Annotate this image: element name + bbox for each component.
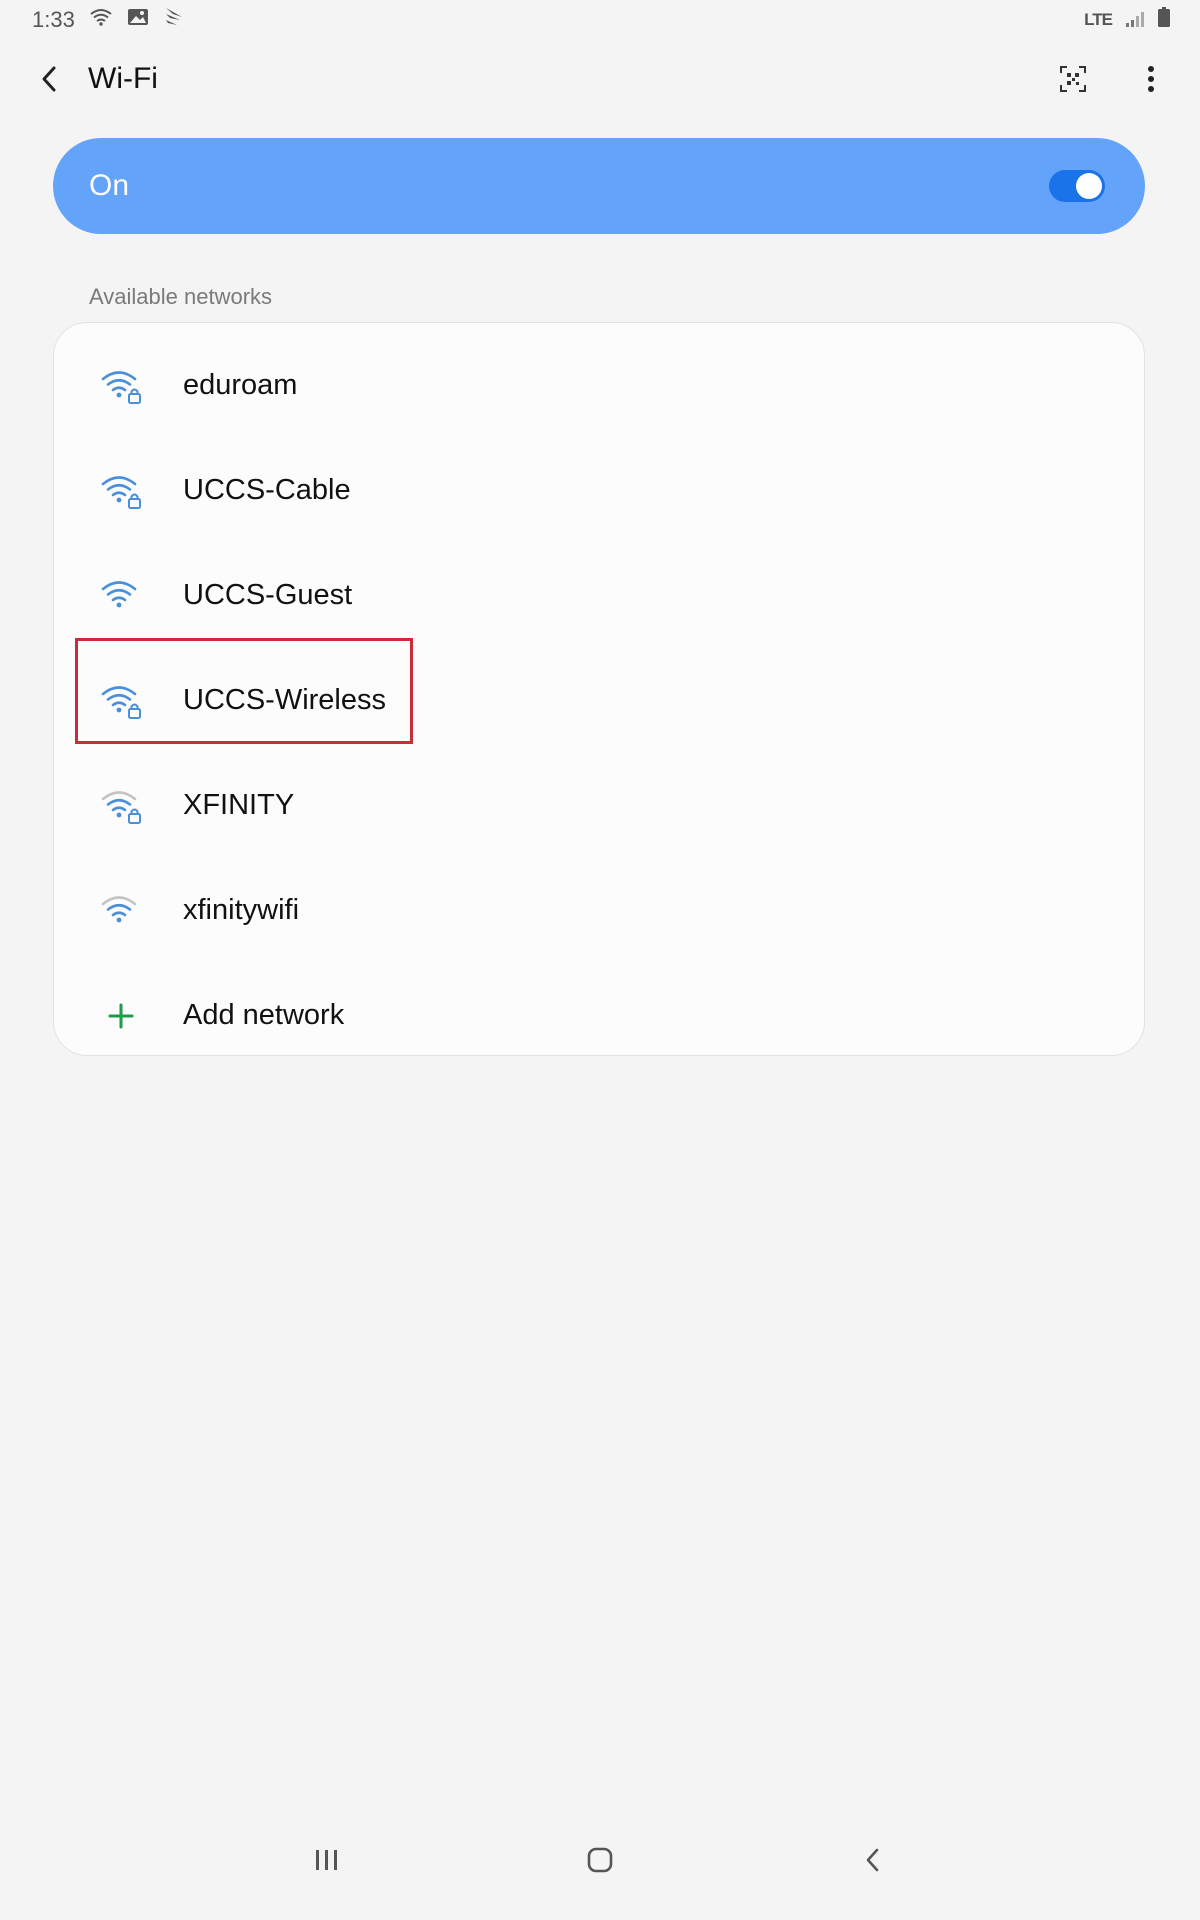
wifi-open-icon	[98, 573, 144, 619]
recent-apps-icon	[315, 1850, 337, 1870]
highlight-box	[75, 638, 413, 744]
network-ssid: eduroam	[183, 369, 298, 401]
network-ssid: XFINITY	[183, 789, 295, 821]
plus-icon	[98, 993, 144, 1039]
wifi-open-weak-icon	[98, 888, 144, 934]
network-ssid: UCCS-Cable	[183, 474, 351, 506]
navigation-bar	[0, 1800, 1200, 1920]
wifi-toggle[interactable]	[1049, 170, 1105, 202]
available-networks-header: Available networks	[89, 284, 273, 309]
status-bar: 1:33 LTE	[0, 0, 1200, 40]
toggle-knob	[1076, 173, 1102, 199]
qr-code-scan-icon	[1060, 66, 1086, 92]
status-right: LTE	[1084, 7, 1170, 33]
sprint-icon	[163, 6, 185, 34]
nav-back-button[interactable]	[833, 1820, 913, 1900]
back-icon	[867, 1848, 879, 1872]
add-network-label: Add network	[183, 999, 345, 1031]
wifi-settings-screen: 1:33 LTE Wi-Fi On Available networks edu…	[0, 0, 1200, 1920]
home-button[interactable]	[560, 1820, 640, 1900]
status-left: 1:33	[32, 6, 185, 34]
more-options-icon	[1148, 66, 1154, 92]
network-item-xfinitywifi[interactable]: xfinitywifi	[54, 858, 1144, 963]
network-item-uccs-guest[interactable]: UCCS-Guest	[54, 543, 1144, 648]
battery-icon	[1158, 7, 1170, 33]
page-title: Wi-Fi	[88, 62, 158, 95]
app-bar: Wi-Fi	[0, 40, 1200, 118]
back-arrow-icon	[42, 66, 56, 92]
add-network-button[interactable]: Add network	[54, 963, 1144, 1068]
network-ssid: UCCS-Guest	[183, 579, 353, 611]
wifi-icon	[89, 7, 113, 33]
back-button[interactable]	[26, 56, 72, 102]
network-item-eduroam[interactable]: eduroam	[54, 333, 1144, 438]
network-ssid: xfinitywifi	[183, 894, 300, 926]
wifi-secured-weak-icon	[98, 783, 144, 829]
app-bar-actions	[1050, 56, 1174, 102]
status-time: 1:33	[32, 7, 75, 32]
master-switch-label: On	[89, 169, 130, 202]
signal-icon	[1126, 7, 1144, 33]
wifi-secured-icon	[98, 468, 144, 514]
qr-code-scan-button[interactable]	[1050, 56, 1096, 102]
more-options-button[interactable]	[1128, 56, 1174, 102]
wifi-secured-icon	[98, 363, 144, 409]
recent-apps-button[interactable]	[287, 1820, 367, 1900]
wifi-master-switch[interactable]: On	[53, 138, 1145, 234]
network-item-xfinity[interactable]: XFINITY	[54, 753, 1144, 858]
network-item-uccs-cable[interactable]: UCCS-Cable	[54, 438, 1144, 543]
image-icon	[127, 7, 149, 33]
home-icon	[587, 1847, 613, 1873]
network-type-label: LTE	[1084, 10, 1113, 29]
